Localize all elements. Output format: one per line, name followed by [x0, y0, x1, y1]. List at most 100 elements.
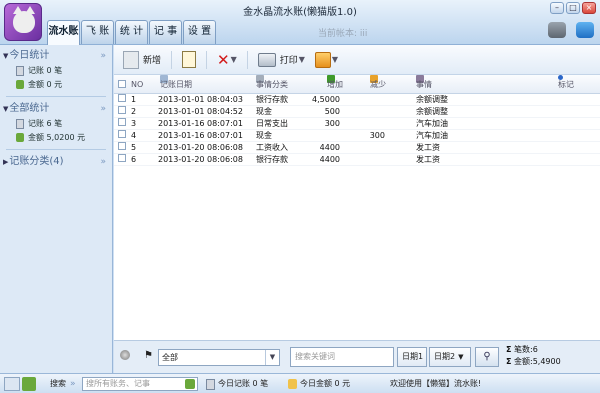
- cell-date: 2013-01-20 08:06:08: [158, 155, 243, 164]
- main-tabs: 流水账 飞 账 统 计 记 事 设 置: [47, 20, 216, 45]
- window-title: 金水晶流水账(懒猫版1.0): [243, 7, 357, 18]
- all-record-count: 记账 6 笔: [0, 117, 112, 131]
- double-chevron-icon: »: [70, 379, 76, 389]
- home-icon[interactable]: [576, 22, 594, 38]
- table-header: NO 记账日期 事情分类 增加 减少 事情 标记: [114, 75, 600, 94]
- today-stats-header[interactable]: ▼今日统计 »: [0, 48, 112, 64]
- edit-button[interactable]: [179, 49, 199, 71]
- tab-notes[interactable]: 记 事: [149, 20, 182, 44]
- search-button[interactable]: ⚲: [475, 347, 499, 367]
- table-row[interactable]: 1 2013-01-01 08:04:03 银行存款 4,5000 余额调整: [114, 94, 600, 106]
- keyword-search-input[interactable]: 搜索关键词: [290, 347, 394, 367]
- tab-ledger[interactable]: 流水账: [47, 20, 80, 45]
- cell-matter: 余额调整: [416, 107, 448, 116]
- cell-no: 4: [131, 131, 137, 140]
- book-icon: [16, 65, 24, 76]
- category-filter-select[interactable]: 全部 ▼: [158, 349, 280, 366]
- cell-date: 2013-01-01 08:04:52: [158, 107, 243, 116]
- title-bar: 金水晶流水账(懒猫版1.0) – □ × 流水账 飞 账 统 计 记 事 设 置…: [0, 0, 600, 45]
- date2-button[interactable]: 日期2 ▼: [429, 347, 471, 367]
- coin-icon: [288, 379, 297, 389]
- money-icon: [16, 80, 24, 89]
- tab-settings[interactable]: 设 置: [183, 20, 216, 44]
- toolbar-separator: [206, 50, 208, 69]
- window-controls: – □ ×: [550, 2, 596, 14]
- flag-icon[interactable]: ⚑: [144, 350, 153, 361]
- cell-no: 5: [131, 143, 137, 152]
- new-label: 新增: [143, 56, 162, 66]
- all-stats-header[interactable]: ▼全部统计 »: [0, 101, 112, 117]
- record-count: Σ 笔数:6: [506, 344, 561, 356]
- header-mark-label: 标记: [558, 80, 574, 89]
- row-checkbox[interactable]: [118, 130, 126, 138]
- table-row[interactable]: 5 2013-01-20 08:06:08 工资收入 4400 发工资: [114, 142, 600, 154]
- go-icon[interactable]: [185, 379, 195, 389]
- global-search-input[interactable]: 搜所有账务、记事: [82, 377, 198, 391]
- today-amount-status: 今日金额 0 元: [300, 379, 351, 388]
- cell-increase: 4400: [319, 143, 340, 152]
- current-account: 当前帐本: iii: [318, 29, 368, 39]
- divider: [6, 149, 106, 150]
- today-amount: 金额 0 元: [0, 78, 112, 92]
- cell-date: 2013-01-16 08:07:01: [158, 131, 243, 140]
- cell-category: 银行存款: [256, 155, 288, 164]
- row-checkbox[interactable]: [118, 94, 126, 102]
- table-row[interactable]: 3 2013-01-16 08:07:01 日常支出 300 汽车加油: [114, 118, 600, 130]
- date2-label: 日期2: [434, 352, 456, 361]
- book-icon: [16, 118, 24, 129]
- dropdown-arrow-icon[interactable]: ▼: [299, 55, 305, 64]
- cell-matter: 余额调整: [416, 95, 448, 104]
- cell-date: 2013-01-20 08:06:08: [158, 143, 243, 152]
- print-label: 打印: [279, 56, 298, 66]
- row-checkbox[interactable]: [118, 142, 126, 150]
- cell-no: 3: [131, 119, 137, 128]
- money-icon: [16, 133, 24, 142]
- edit-icon: [182, 51, 197, 68]
- status-bar: 搜索 » 搜所有账务、记事 今日记账 0 笔 今日金额 0 元 欢迎使用【懒猫】…: [0, 373, 600, 393]
- delete-button[interactable]: ✕ ▼: [214, 49, 240, 71]
- dropdown-arrow-icon[interactable]: ▼: [231, 55, 237, 64]
- category-filter-value: 全部: [162, 353, 178, 362]
- print-button[interactable]: 打印 ▼: [255, 49, 308, 71]
- double-chevron-icon[interactable]: »: [100, 48, 106, 64]
- row-checkbox[interactable]: [118, 154, 126, 162]
- user-icon[interactable]: [4, 377, 20, 391]
- tab-statistics[interactable]: 统 计: [115, 20, 148, 44]
- sidebar: ▼今日统计 » 记账 0 笔 金额 0 元 ▼全部统计 » 记账 6 笔 金额 …: [0, 45, 113, 373]
- cell-increase: 300: [324, 119, 340, 128]
- export-button[interactable]: ▼: [312, 49, 341, 71]
- book-icon: [206, 379, 215, 390]
- checkbox[interactable]: [118, 80, 126, 88]
- row-checkbox[interactable]: [118, 118, 126, 126]
- close-button[interactable]: ×: [582, 2, 596, 14]
- search-label: 搜索: [50, 379, 66, 388]
- header-no[interactable]: NO: [131, 75, 143, 94]
- table-row[interactable]: 6 2013-01-20 08:06:08 银行存款 4400 发工资: [114, 154, 600, 166]
- new-document-icon: [123, 50, 139, 69]
- dots-icon[interactable]: [120, 350, 130, 360]
- tab-quick-entry[interactable]: 飞 账: [81, 20, 114, 44]
- sum-icon: Σ: [506, 357, 512, 366]
- double-chevron-icon[interactable]: »: [100, 101, 106, 117]
- today-record-count: 记账 0 笔: [0, 64, 112, 78]
- table-row[interactable]: 2 2013-01-01 08:04:52 现金 500 余额调整: [114, 106, 600, 118]
- dropdown-arrow-icon[interactable]: ▼: [332, 55, 338, 64]
- categories-header[interactable]: ▶记账分类(4) »: [0, 154, 112, 170]
- skin-icon[interactable]: [548, 22, 566, 38]
- maximize-button[interactable]: □: [566, 2, 580, 14]
- lock-icon[interactable]: [22, 377, 36, 391]
- cell-date: 2013-01-01 08:04:03: [158, 95, 243, 104]
- cell-date: 2013-01-16 08:07:01: [158, 119, 243, 128]
- filter-bar: ⚑ 全部 ▼ 搜索关键词 日期1 日期2 ▼ ⚲ Σ 笔数:6 Σ 金额:5,490…: [114, 340, 600, 373]
- collapse-icon: ▼: [3, 52, 9, 60]
- new-button[interactable]: 新增: [120, 49, 164, 71]
- minimize-button[interactable]: –: [550, 2, 564, 14]
- chevron-down-icon[interactable]: ▼: [458, 353, 463, 361]
- cell-matter: 汽车加油: [416, 131, 448, 140]
- double-chevron-icon[interactable]: »: [100, 154, 106, 170]
- row-checkbox[interactable]: [118, 106, 126, 114]
- date1-button[interactable]: 日期1: [397, 347, 427, 367]
- header-decrease-label: 减少: [370, 80, 386, 89]
- table-row[interactable]: 4 2013-01-16 08:07:01 现金 300 汽车加油: [114, 130, 600, 142]
- chevron-down-icon[interactable]: ▼: [265, 350, 279, 365]
